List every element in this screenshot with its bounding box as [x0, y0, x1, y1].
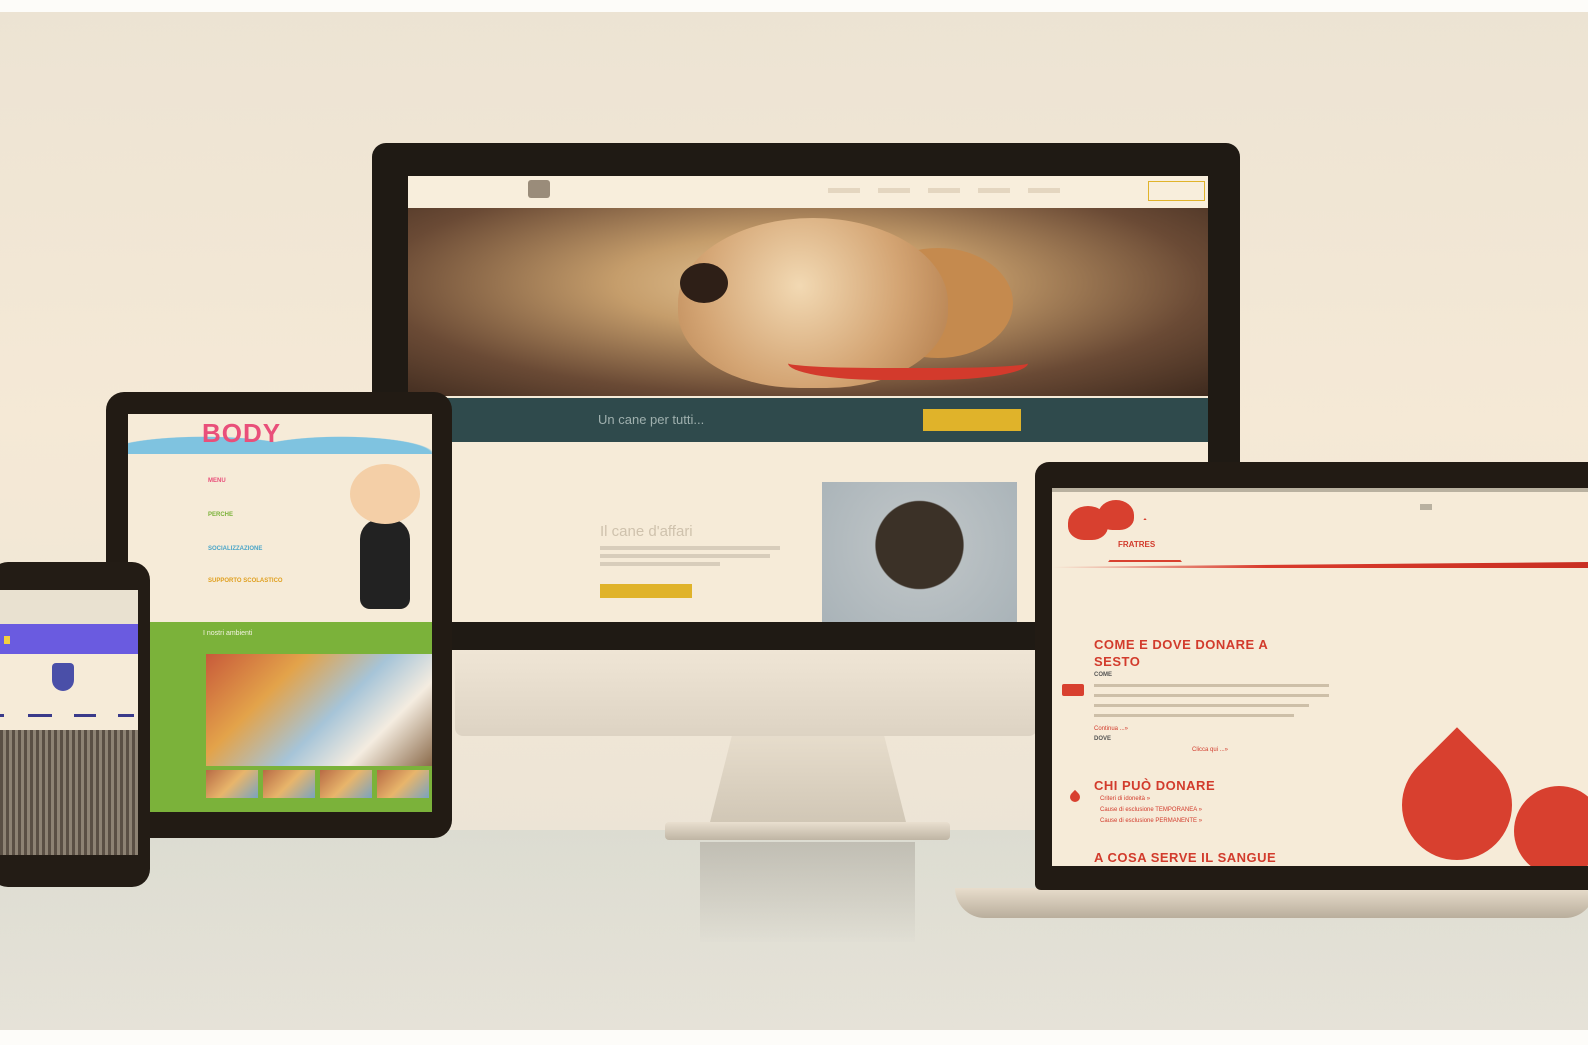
phone-header-bar [0, 624, 138, 654]
heart-logo-icon [1098, 500, 1134, 530]
monitor-neck [708, 735, 908, 830]
phone-nav-link[interactable] [28, 714, 52, 717]
tablet-logo[interactable]: BODY [202, 418, 281, 449]
large-blood-drop-icon [1514, 786, 1588, 866]
bottom-border [0, 1030, 1588, 1045]
sub-dove: DOVE [1094, 736, 1112, 742]
monitor-logo-icon [528, 180, 550, 198]
phone-nav-link[interactable] [0, 714, 4, 717]
classroom-photo [206, 654, 432, 766]
gallery-thumbnail[interactable] [206, 770, 258, 798]
banner-button[interactable] [923, 409, 1021, 431]
logo-text: FRATRES [1118, 540, 1156, 549]
monitor-foot [665, 822, 950, 840]
tablet-menu-item[interactable]: PERCHE [208, 512, 233, 518]
banner-text: Un cane per tutti... [598, 412, 705, 427]
header-red-line [1052, 562, 1588, 568]
large-blood-drop-icon [1379, 727, 1535, 866]
sub-come: COME [1094, 672, 1112, 678]
link-clicca[interactable]: Clicca qui ...» [1192, 747, 1228, 753]
heading-come-dove: COME E DOVE DONARE A SESTO [1094, 637, 1268, 669]
shield-icon [52, 663, 74, 691]
body-text-line [600, 562, 720, 566]
list-item[interactable]: Cause di esclusione TEMPORANEA » [1100, 807, 1202, 813]
monitor-nav-cta[interactable] [1148, 181, 1205, 201]
monitor-reflection [700, 842, 915, 942]
dog-nose [680, 263, 728, 303]
body-text-line [1094, 694, 1329, 697]
monitor-nav-links[interactable] [828, 188, 1078, 193]
body-text-line [1094, 704, 1309, 707]
body-text-line [1094, 684, 1329, 687]
dog-collar [788, 338, 1028, 380]
hero-banner: Un cane per tutti... [408, 398, 1208, 442]
top-border [0, 0, 1588, 12]
heading-a-cosa: A COSA SERVE IL SANGUE [1094, 850, 1277, 865]
phone-nav-link[interactable] [74, 714, 96, 717]
pug-photo [822, 482, 1017, 622]
monitor-chin [455, 648, 1037, 736]
phone-nav-link[interactable] [118, 714, 134, 717]
tablet-screen: BODY MENU PERCHE SOCIALIZZAZIONE SUPPORT… [128, 414, 432, 812]
link-continua[interactable]: Continua ...» [1094, 726, 1128, 732]
baby-illustration [350, 464, 420, 609]
tablet-menu-item[interactable]: SOCIALIZZAZIONE [208, 546, 262, 552]
laptop-menu-icon[interactable] [1420, 504, 1432, 510]
fratres-logo[interactable]: FRATRES [1060, 500, 1182, 562]
list-item[interactable]: Cause di esclusione PERMANENTE » [1100, 818, 1202, 824]
heading-chi-puo: CHI PUÒ DONARE [1094, 778, 1216, 793]
tablet-menu-item[interactable]: MENU [208, 478, 226, 484]
gallery-thumbnail[interactable] [320, 770, 372, 798]
phone-badge-icon[interactable] [4, 636, 10, 644]
body-text-line [1094, 714, 1294, 717]
phone-browser-bar[interactable] [0, 590, 138, 624]
phone-screen [0, 590, 138, 855]
body-text-line [600, 554, 770, 558]
monitor-navbar [408, 176, 1208, 208]
body-text-line [600, 546, 780, 550]
crowd-photo [0, 730, 138, 855]
gallery-thumbnail[interactable] [377, 770, 429, 798]
baby-head [350, 464, 420, 524]
laptop-browser-bar[interactable] [1052, 488, 1588, 492]
blood-drop-icon [1067, 789, 1083, 805]
laptop-base [955, 888, 1588, 918]
baby-body [360, 519, 410, 609]
gallery-thumbnail[interactable] [263, 770, 315, 798]
laptop-screen: FRATRES COME E DOVE DONARE A SESTO COME … [1052, 488, 1588, 866]
tablet-menu-item[interactable]: SUPPORTO SCOLASTICO [208, 578, 283, 584]
read-more-button[interactable] [600, 584, 692, 598]
hero-image [408, 208, 1208, 396]
tablet-section-label: I nostri ambienti [203, 630, 253, 637]
ambulance-icon [1062, 684, 1084, 696]
section-title: Il cane d'affari [600, 523, 693, 540]
list-item[interactable]: Criteri di idoneità » [1100, 796, 1150, 802]
